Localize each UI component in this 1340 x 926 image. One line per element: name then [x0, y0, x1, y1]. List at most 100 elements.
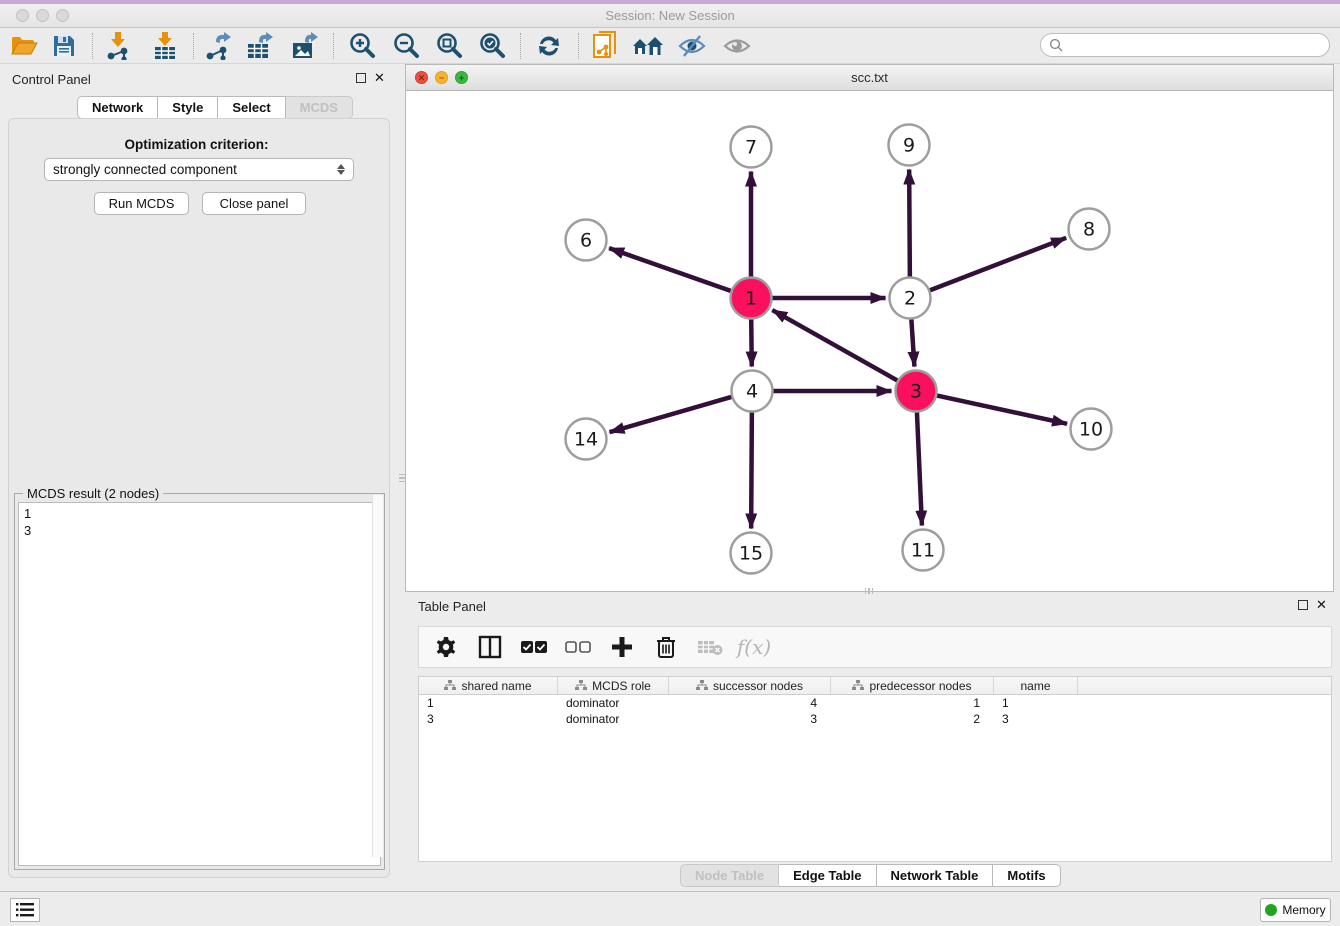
import-network-button[interactable] — [100, 31, 136, 61]
deselect-all-button[interactable] — [563, 632, 593, 662]
node-table[interactable]: shared name MCDS role successor nodes pr… — [418, 676, 1332, 862]
attribute-tree-icon — [852, 680, 864, 691]
close-window-icon[interactable] — [16, 9, 29, 22]
network-window-title: scc.txt — [406, 65, 1333, 90]
column-header-mcds-role[interactable]: MCDS role — [558, 677, 669, 694]
search-input[interactable] — [1068, 38, 1329, 53]
function-builder-button[interactable]: f(x) — [739, 632, 769, 662]
delete-table-icon — [697, 638, 723, 656]
table-row[interactable]: 1 dominator 4 1 1 — [419, 695, 1331, 711]
network-graph-canvas[interactable]: 7968124314101511 — [406, 91, 1333, 591]
cell-successor-nodes[interactable]: 3 — [669, 711, 831, 727]
network-close-icon[interactable]: ✕ — [415, 71, 428, 84]
tab-motifs[interactable]: Motifs — [993, 864, 1060, 887]
table-header-row: shared name MCDS role successor nodes pr… — [419, 677, 1331, 695]
save-session-button[interactable] — [46, 31, 82, 61]
column-header-successor-nodes[interactable]: successor nodes — [669, 677, 831, 694]
vertical-splitter-grip[interactable] — [398, 469, 407, 487]
table-toolbar: f(x) — [418, 626, 1332, 668]
open-folder-icon — [10, 34, 38, 58]
cell-shared-name[interactable]: 1 — [419, 695, 558, 711]
graph-edge-2-8[interactable] — [930, 238, 1066, 290]
cell-predecessor-nodes[interactable]: 2 — [831, 711, 994, 727]
horizontal-splitter-grip[interactable] — [860, 587, 878, 595]
cell-name[interactable]: 1 — [994, 695, 1078, 711]
export-image-button[interactable] — [287, 31, 323, 61]
zoom-fit-button[interactable] — [431, 31, 467, 61]
refresh-button[interactable] — [531, 31, 567, 61]
close-panel-button[interactable]: Close panel — [202, 192, 306, 215]
select-all-button[interactable] — [519, 632, 549, 662]
graph-edge-1-6[interactable] — [609, 248, 731, 291]
delete-table-button[interactable] — [695, 632, 725, 662]
graph-edge-4-14[interactable] — [610, 397, 732, 432]
export-table-button[interactable] — [242, 31, 278, 61]
column-header-shared-name[interactable]: shared name — [419, 677, 558, 694]
graph-edge-2-9[interactable] — [909, 169, 910, 276]
control-panel-title: Control Panel — [12, 72, 91, 87]
memory-button[interactable]: Memory — [1260, 898, 1331, 922]
delete-column-button[interactable] — [651, 632, 681, 662]
first-neighbors-button[interactable] — [630, 31, 666, 61]
mcds-result-text[interactable]: 1 3 — [18, 502, 381, 866]
new-network-from-selection-button[interactable] — [588, 31, 624, 61]
export-network-icon — [204, 32, 232, 60]
graph-edge-1-4[interactable] — [751, 319, 752, 366]
network-zoom-icon[interactable]: + — [455, 71, 468, 84]
tab-select[interactable]: Select — [218, 96, 285, 119]
graph-edge-3-11[interactable] — [917, 412, 922, 525]
cell-shared-name[interactable]: 3 — [419, 711, 558, 727]
close-panel-icon[interactable]: ✕ — [1316, 600, 1327, 610]
tab-node-table[interactable]: Node Table — [680, 864, 779, 887]
table-panel-title: Table Panel — [418, 599, 486, 614]
graph-node-label-11: 11 — [911, 540, 935, 562]
graph-edge-4-15[interactable] — [751, 412, 752, 528]
tab-edge-table[interactable]: Edge Table — [779, 864, 876, 887]
float-panel-icon[interactable] — [356, 73, 366, 83]
tab-style[interactable]: Style — [158, 96, 218, 119]
minimize-window-icon[interactable] — [36, 9, 49, 22]
table-row[interactable]: 3 dominator 3 2 3 — [419, 711, 1331, 727]
open-session-button[interactable] — [6, 31, 42, 61]
network-minimize-icon[interactable]: − — [435, 71, 448, 84]
zoom-selected-button[interactable] — [474, 31, 510, 61]
table-settings-button[interactable] — [431, 632, 461, 662]
network-window-titlebar[interactable]: ✕ − + scc.txt — [406, 65, 1333, 91]
table-panel-window-buttons: ✕ — [1298, 600, 1327, 610]
export-network-button[interactable] — [200, 31, 236, 61]
eye-slash-icon — [678, 34, 706, 58]
graph-edge-2-3[interactable] — [911, 319, 914, 366]
add-column-button[interactable] — [607, 632, 637, 662]
run-mcds-button[interactable]: Run MCDS — [94, 192, 189, 215]
import-table-button[interactable] — [147, 31, 183, 61]
criterion-dropdown[interactable]: strongly connected component — [44, 158, 354, 181]
tab-mcds[interactable]: MCDS — [286, 96, 353, 119]
graph-edge-3-1[interactable] — [772, 310, 897, 380]
task-history-button[interactable] — [10, 898, 40, 922]
graph-node-label-9: 9 — [903, 135, 915, 157]
cell-predecessor-nodes[interactable]: 1 — [831, 695, 994, 711]
main-toolbar — [0, 28, 1340, 64]
zoom-in-button[interactable] — [344, 31, 380, 61]
graph-edges[interactable] — [609, 169, 1067, 528]
cell-mcds-role[interactable]: dominator — [558, 711, 669, 727]
tab-network-table[interactable]: Network Table — [877, 864, 994, 887]
zoom-out-button[interactable] — [388, 31, 424, 61]
search-field[interactable] — [1040, 33, 1330, 57]
result-scrollbar[interactable] — [372, 495, 383, 857]
cell-successor-nodes[interactable]: 4 — [669, 695, 831, 711]
show-all-button[interactable] — [719, 31, 755, 61]
cell-mcds-role[interactable]: dominator — [558, 695, 669, 711]
tab-network[interactable]: Network — [77, 96, 158, 119]
graph-edge-3-10[interactable] — [937, 396, 1067, 424]
hide-selected-button[interactable] — [674, 31, 710, 61]
maximize-window-icon[interactable] — [56, 9, 69, 22]
close-panel-icon[interactable]: ✕ — [374, 73, 385, 83]
cell-name[interactable]: 3 — [994, 711, 1078, 727]
column-header-name[interactable]: name — [994, 677, 1078, 694]
zoom-in-icon — [348, 32, 376, 60]
column-header-predecessor-nodes[interactable]: predecessor nodes — [831, 677, 994, 694]
float-panel-icon[interactable] — [1298, 600, 1308, 610]
unchecked-boxes-icon — [565, 640, 591, 654]
column-chooser-button[interactable] — [475, 632, 505, 662]
